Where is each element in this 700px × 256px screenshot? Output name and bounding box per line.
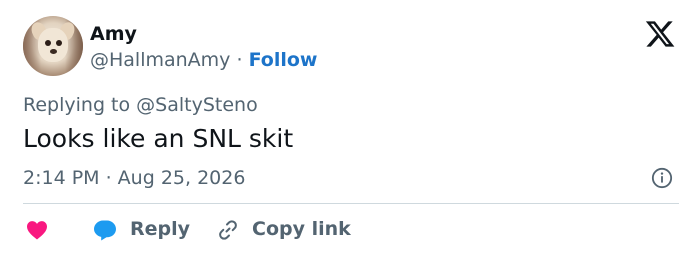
author-name[interactable]: Amy: [90, 22, 137, 46]
divider: [23, 203, 679, 204]
tweet-text: Looks like an SNL skit: [23, 124, 294, 153]
avatar-eye-right: [56, 40, 62, 46]
info-icon[interactable]: [651, 167, 673, 189]
link-icon[interactable]: [216, 218, 240, 242]
avatar-eye-left: [45, 40, 51, 46]
follow-button[interactable]: Follow: [249, 49, 318, 71]
heart-icon[interactable]: [26, 220, 48, 240]
replying-prefix: Replying to: [23, 94, 131, 116]
author-handle[interactable]: @HallmanAmy: [90, 49, 230, 71]
replying-to-mention[interactable]: @SaltySteno: [136, 94, 258, 116]
handle-separator: ·: [236, 49, 243, 71]
reply-button[interactable]: Reply: [130, 217, 190, 241]
x-logo-icon[interactable]: [643, 18, 677, 50]
reply-icon[interactable]: [93, 219, 117, 241]
avatar-nose: [50, 49, 57, 54]
handle-row: @HallmanAmy · Follow: [90, 48, 317, 72]
tweet-timestamp[interactable]: 2:14 PM · Aug 25, 2026: [23, 166, 245, 190]
copy-link-button[interactable]: Copy link: [252, 217, 351, 241]
avatar[interactable]: [23, 16, 83, 76]
avatar-face: [38, 28, 68, 62]
replying-to: Replying to @SaltySteno: [23, 93, 258, 117]
